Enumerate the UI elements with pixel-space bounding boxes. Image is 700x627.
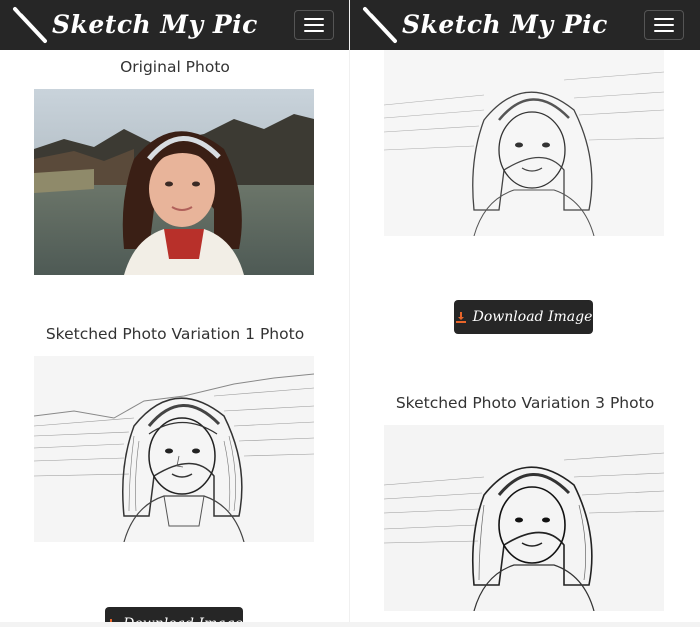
navbar: Sketch My Pic xyxy=(0,0,350,50)
sketch-variation1-photo xyxy=(34,356,314,542)
sketch-variation2-photo xyxy=(384,50,664,236)
navbar: Sketch My Pic xyxy=(350,0,700,50)
original-photo-caption: Original Photo xyxy=(120,58,230,76)
download-button-label: Download Image xyxy=(472,309,593,325)
menu-toggle-button[interactable] xyxy=(294,10,334,40)
bottom-strip xyxy=(0,622,700,627)
brand-name: Sketch My Pic xyxy=(402,9,608,39)
pencil-icon xyxy=(363,7,397,43)
left-panel: Sketch My Pic Original Photo Sketched Ph… xyxy=(0,0,350,627)
original-photo xyxy=(34,89,314,275)
sketch-variation3-photo xyxy=(384,425,664,611)
logo[interactable]: Sketch My Pic xyxy=(362,5,608,45)
download-image-button[interactable]: Download Image xyxy=(454,300,593,334)
menu-toggle-button[interactable] xyxy=(644,10,684,40)
hamburger-icon xyxy=(654,18,674,20)
brand-name: Sketch My Pic xyxy=(52,9,258,39)
right-panel: Sketch My Pic Download Image Sketched Ph… xyxy=(350,0,700,627)
pencil-icon xyxy=(13,7,47,43)
hamburger-icon xyxy=(304,18,324,20)
variation1-caption: Sketched Photo Variation 1 Photo xyxy=(45,325,305,343)
logo[interactable]: Sketch My Pic xyxy=(12,5,258,45)
panel-divider xyxy=(349,0,350,627)
variation3-caption: Sketched Photo Variation 3 Photo xyxy=(395,394,655,412)
download-icon xyxy=(455,312,466,323)
